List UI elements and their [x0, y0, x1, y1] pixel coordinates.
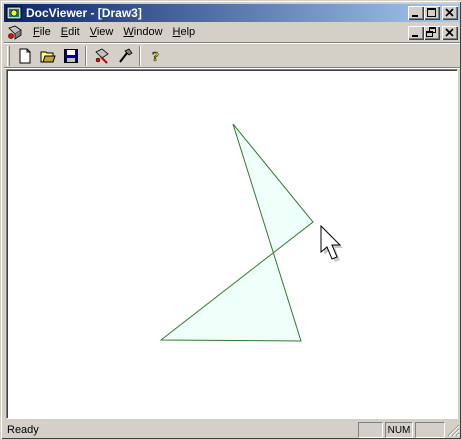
menu-window-accel: W [123, 26, 134, 38]
app-window: DocViewer - [Draw3] File Edit View Windo… [0, 0, 462, 440]
new-button[interactable] [13, 45, 36, 67]
menu-view-accel: V [89, 26, 97, 38]
minimize-icon [412, 35, 418, 37]
draw-tool-button[interactable] [90, 45, 113, 67]
menu-edit[interactable]: Edit [56, 24, 85, 41]
doc-close-button[interactable] [442, 26, 458, 40]
save-button[interactable] [59, 45, 82, 67]
toolbar-separator [85, 46, 87, 66]
menu-view-label: iew [96, 26, 114, 38]
maximize-icon [427, 8, 436, 17]
toolbar-grip[interactable] [7, 46, 10, 66]
close-icon [445, 8, 454, 17]
menu-edit-accel: E [60, 26, 69, 38]
menu-help[interactable]: Help [168, 24, 201, 41]
restore-icon [426, 27, 436, 37]
toolbar: ? [4, 44, 460, 68]
help-button[interactable]: ? [144, 45, 167, 67]
toolbar-separator [139, 46, 141, 66]
menu-help-label: elp [180, 26, 196, 38]
document-icon[interactable] [6, 25, 24, 41]
app-icon [6, 6, 22, 20]
open-folder-icon [40, 51, 56, 63]
menu-file-accel: F [33, 26, 40, 38]
drawing-canvas[interactable] [6, 69, 458, 419]
window-title: DocViewer - [Draw3] [26, 6, 142, 20]
menu-view[interactable]: View [85, 24, 119, 41]
status-bar: Ready NUM [4, 421, 460, 438]
minimize-button[interactable] [408, 6, 424, 20]
edit-tool-button[interactable] [113, 45, 136, 67]
drawing-svg [159, 123, 343, 342]
close-icon [445, 28, 454, 37]
edit-tool-icon [118, 48, 133, 63]
menu-file-label: ile [39, 26, 51, 38]
doc-minimize-button[interactable] [408, 26, 424, 40]
menu-bar: File Edit View Window Help [4, 23, 460, 42]
doc-restore-button[interactable] [424, 26, 440, 40]
title-bar[interactable]: DocViewer - [Draw3] [4, 4, 460, 22]
status-pane-num: NUM [385, 421, 413, 438]
open-button[interactable] [36, 45, 59, 67]
new-document-icon [19, 48, 30, 64]
status-pane-caps [358, 421, 383, 438]
drawn-shape[interactable] [159, 123, 314, 342]
help-question-icon: ? [151, 50, 159, 64]
size-grip-icon[interactable] [446, 423, 460, 437]
menu-window-label: indow [133, 26, 163, 38]
window-caption-buttons [408, 6, 458, 20]
save-disk-icon [63, 49, 78, 63]
status-text: Ready [7, 423, 39, 436]
close-button[interactable] [442, 6, 458, 20]
minimize-icon [412, 15, 418, 17]
draw-tool-icon [94, 48, 109, 64]
svg-text:?: ? [152, 50, 159, 64]
status-pane-scroll [415, 421, 445, 438]
maximize-button[interactable] [424, 6, 440, 20]
mdi-caption-buttons [408, 26, 458, 40]
menu-edit-label: dit [68, 26, 80, 38]
menu-window[interactable]: Window [118, 24, 167, 41]
mouse-pointer-icon [320, 224, 343, 262]
menu-file[interactable]: File [28, 24, 56, 41]
